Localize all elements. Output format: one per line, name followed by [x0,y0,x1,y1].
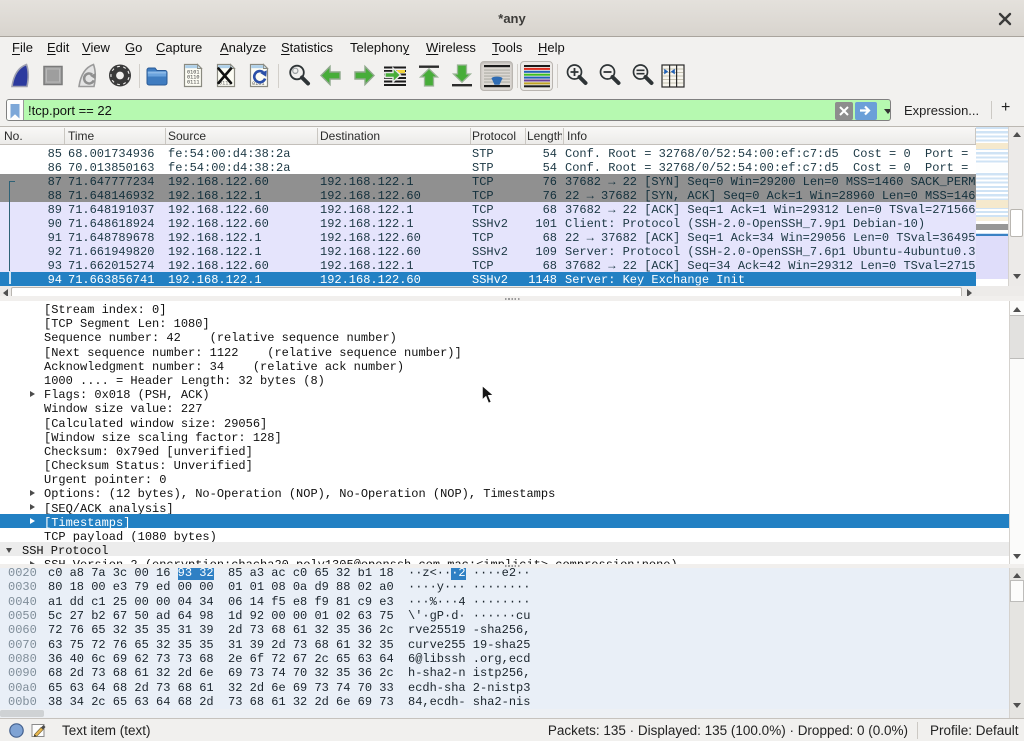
svg-text:0111: 0111 [187,80,199,86]
